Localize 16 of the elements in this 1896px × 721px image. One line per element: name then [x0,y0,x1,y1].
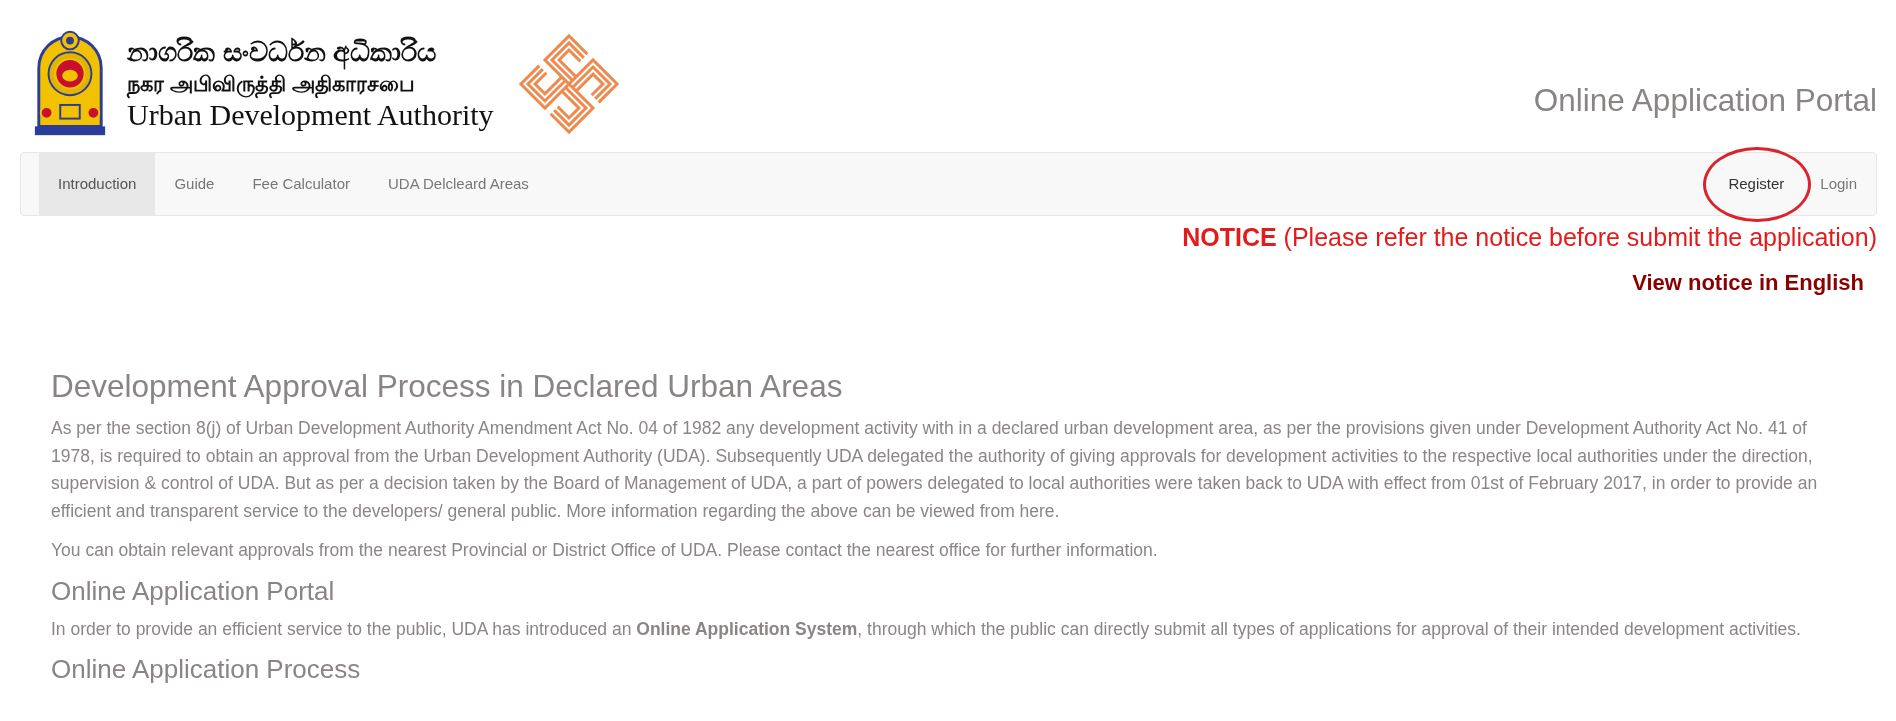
paragraph: You can obtain relevant approvals from the nearest Provincial or District Office of UDA. Please contact the nearest office for further information. [51,538,1159,562]
page-heading: Development Approval Process in Declared Urban Areas [51,368,844,404]
nav-link[interactable]: Register [1710,153,1803,215]
notice-text: NOTICE (Please refer the notice before submit the application) [1181,222,1877,252]
nav-tab[interactable]: Fee Calculator [233,153,369,215]
nav-tab[interactable]: Guide [155,153,234,215]
portal-title: Online Application Portal [1533,82,1877,119]
section-heading: Online Application Portal [51,575,336,606]
nav-tab[interactable]: UDA Delcleard Areas [368,153,548,215]
nav-link[interactable]: Login [1802,153,1875,215]
section-heading: Online Application Process [51,654,362,685]
view-notice-link[interactable]: View notice in English [1632,270,1864,296]
sinhala-logo-text: නාගරික සංවර්ධන අධිකාරිය [127,36,437,69]
paragraph: In order to provide an efficient service to the public, UDA has introduced an Online Application System, through which the public can directly submit all types of applications for approval of their intended development activities. [51,617,1802,641]
paragraph: As per the section 8(j) of Urban Development Authority Amendment Act No. 04 of 1982 any development activity with in a declared urban development area, as per the provisions given under Development Authority Act No. 41 of 1978, is required to obtain an approval from the Urban Development Authority (UDA). Subsequently UDA delegated the authority of giving approvals for development activities to the respective local authorities under the direction, supervision & control of UDA. But as per a decision taken by the Board of Management of UDA, a part of powers delegated to local authorities were taken back to UDA with effect from 01st of February 2017, in order to provide an efficient and transparent service to the developers/ general public. More information regarding the above can be viewed from here. [51,417,1819,524]
nav-tab[interactable]: Introduction [39,153,156,215]
